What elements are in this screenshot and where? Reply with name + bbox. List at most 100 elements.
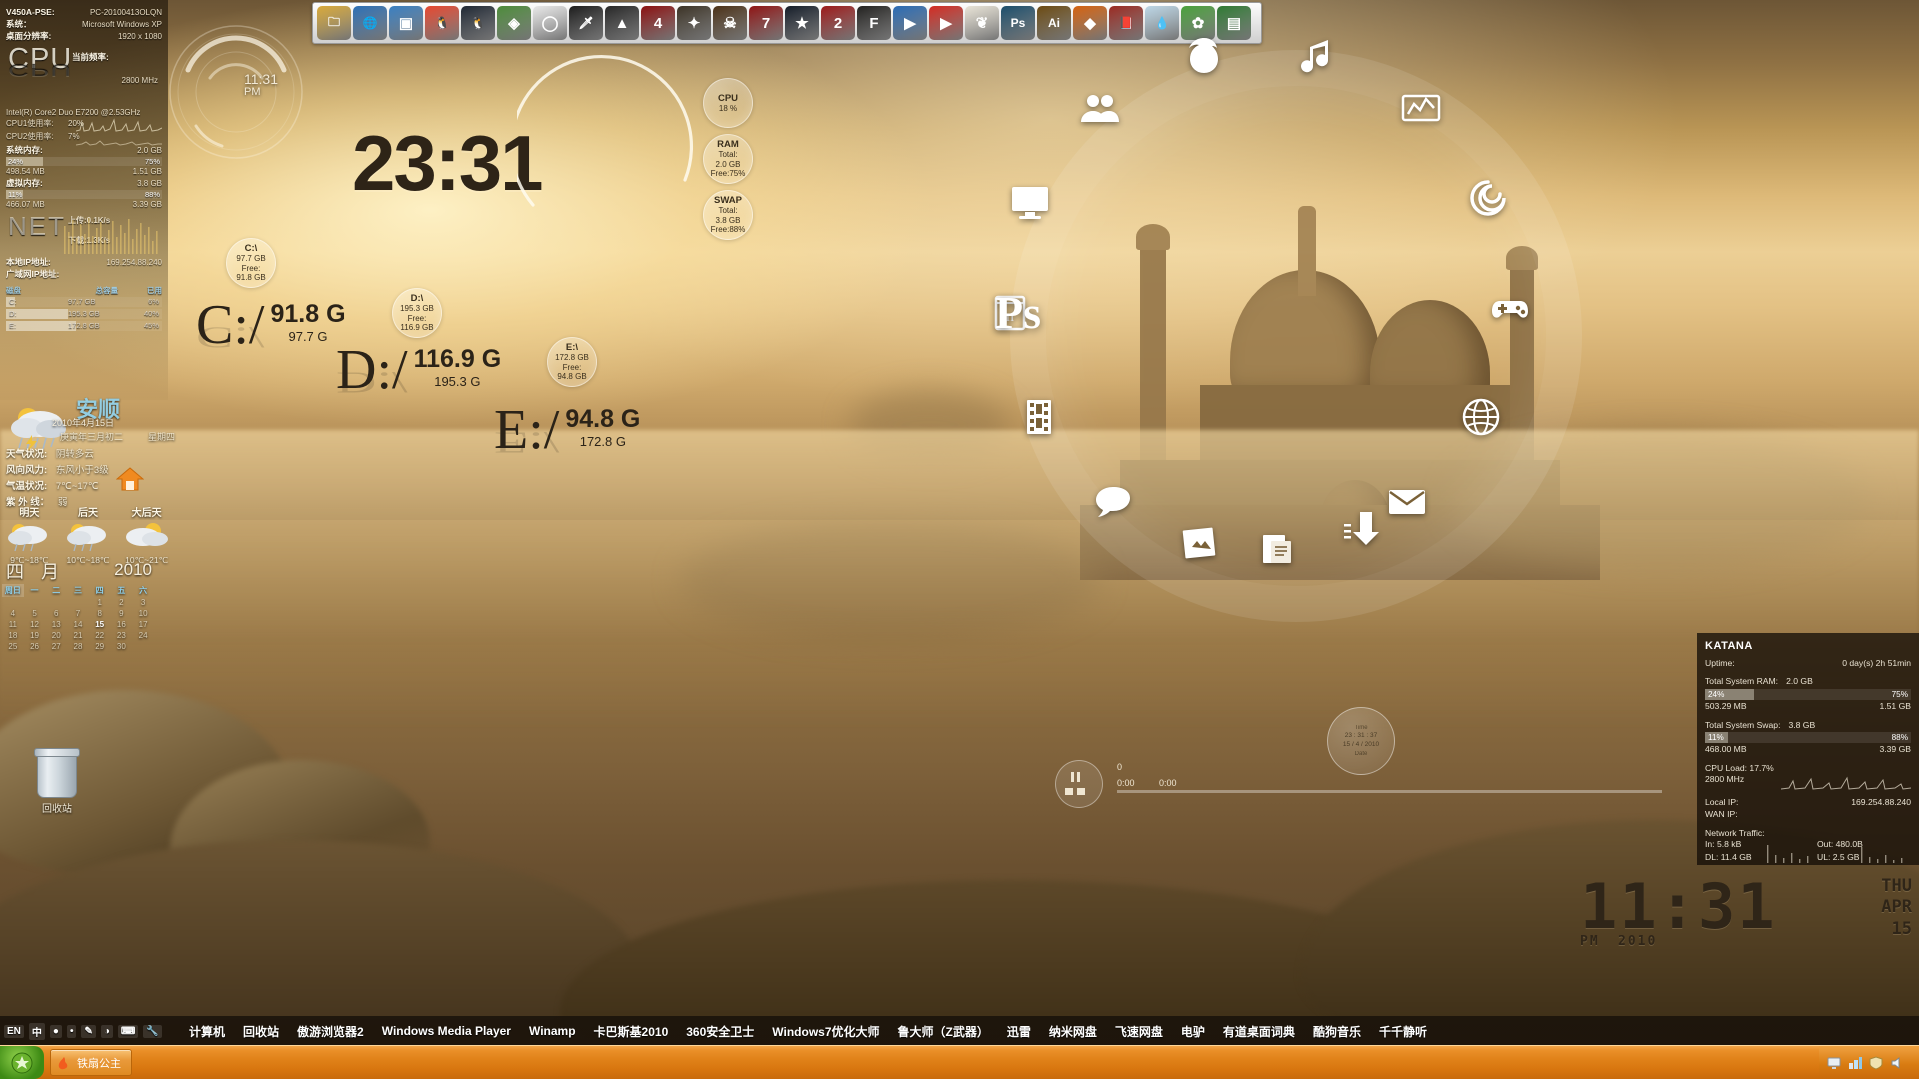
- calendar-day[interactable]: 3: [132, 597, 154, 608]
- photoshop-icon[interactable]: Ps: [995, 286, 1041, 339]
- calendar-day[interactable]: 18: [2, 630, 24, 641]
- media-seek-bar[interactable]: [1117, 790, 1662, 793]
- tray-monitor-icon[interactable]: [1827, 1056, 1841, 1070]
- calendar-day[interactable]: 21: [67, 630, 89, 641]
- desktop-shortcut-bar[interactable]: EN 中 ● • ✎ ◑ ⌨ 🔧 计算机 回收站 傲游浏览器2 Windows Media Play…: [0, 1016, 1919, 1046]
- mail-icon[interactable]: [1385, 480, 1429, 524]
- users-icon[interactable]: [1077, 86, 1121, 130]
- desktop-shortcut[interactable]: 酷狗音乐: [1304, 1023, 1370, 1040]
- taskbar[interactable]: 铁扇公主: [0, 1045, 1919, 1079]
- next-icon[interactable]: [1077, 788, 1085, 795]
- desktop-shortcut[interactable]: 纳米网盘: [1040, 1023, 1106, 1040]
- ime-tray-item[interactable]: 🔧: [143, 1024, 162, 1038]
- game-2-icon[interactable]: 2: [821, 6, 855, 40]
- tray-shield-icon[interactable]: [1869, 1055, 1883, 1070]
- media-player-widget[interactable]: 0 0:00 0:00: [1055, 760, 1675, 808]
- top-dock-toolbar[interactable]: 🗀 🌐 ▣ 🐧 🐧 ◈ ◯ 🗡 ▲ 4 ✦ ☠ 7 ★ 2 F ▶ ▶ ❦ Ps Ai ◆ 📕 💧 ✿ ▤: [312, 2, 1262, 44]
- ime-tray-item[interactable]: ●: [49, 1024, 62, 1038]
- illustrator-icon[interactable]: Ai: [1037, 6, 1071, 40]
- diamond-app-icon[interactable]: ◆: [1073, 6, 1107, 40]
- film-icon[interactable]: [1017, 395, 1061, 439]
- desktop-shortcut[interactable]: 千千静听: [1370, 1023, 1436, 1040]
- fear2-game-icon[interactable]: F: [857, 6, 891, 40]
- calendar-day[interactable]: 7: [67, 608, 89, 619]
- desktop-shortcut[interactable]: 有道桌面词典: [1214, 1023, 1304, 1040]
- realplayer-icon[interactable]: ▶: [929, 6, 963, 40]
- calendar-day[interactable]: 23: [111, 630, 133, 641]
- pause-icon-bar2[interactable]: [1077, 772, 1080, 782]
- calendar-day[interactable]: 12: [24, 619, 46, 630]
- calendar-day[interactable]: 20: [45, 630, 67, 641]
- chat-icon[interactable]: [1091, 480, 1135, 524]
- calendar-day[interactable]: 11: [2, 619, 24, 630]
- recycle-bin-icon[interactable]: 回收站: [26, 748, 88, 815]
- tray-network-icon[interactable]: [1848, 1056, 1862, 1070]
- firefox-icon[interactable]: [1182, 34, 1226, 78]
- desktop-shortcut[interactable]: Winamp: [520, 1024, 585, 1038]
- leaf-app-icon[interactable]: ❦: [965, 6, 999, 40]
- calendar-day[interactable]: 14: [67, 619, 89, 630]
- ime-tray[interactable]: EN 中 ● • ✎ ◑ ⌨ 🔧: [0, 1022, 180, 1040]
- calendar-day[interactable]: 17: [132, 619, 154, 630]
- calendar-day[interactable]: [2, 597, 24, 608]
- calendar-day[interactable]: [45, 597, 67, 608]
- calendar-day[interactable]: 26: [24, 641, 46, 652]
- calendar-day[interactable]: 28: [67, 641, 89, 652]
- water-drop-icon[interactable]: 💧: [1145, 6, 1179, 40]
- ime-tray-item[interactable]: 中: [28, 1022, 45, 1040]
- calendar-day[interactable]: [24, 597, 46, 608]
- chart-icon[interactable]: [1399, 86, 1443, 130]
- desktop-shortcut[interactable]: 360安全卫士: [677, 1023, 763, 1040]
- star-game-icon[interactable]: ★: [785, 6, 819, 40]
- calendar-day[interactable]: 10: [132, 608, 154, 619]
- system-tray[interactable]: [1819, 1046, 1919, 1079]
- tux-linux-icon[interactable]: 🐧: [461, 6, 495, 40]
- gamepad-icon[interactable]: [1488, 287, 1532, 331]
- calendar-day[interactable]: 5: [24, 608, 46, 619]
- start-button[interactable]: [0, 1046, 44, 1079]
- tray-volume-icon[interactable]: [1890, 1056, 1904, 1070]
- music-note-icon[interactable]: [1298, 35, 1342, 79]
- calendar-day[interactable]: 25: [2, 641, 24, 652]
- desktop-shortcut[interactable]: Windows Media Player: [373, 1024, 520, 1038]
- photos-icon[interactable]: [1178, 521, 1222, 565]
- globe-icon[interactable]: [1459, 395, 1503, 439]
- calendar-day[interactable]: 29: [89, 641, 111, 652]
- download-icon[interactable]: [1340, 506, 1384, 550]
- photoshop-icon[interactable]: Ps: [1001, 6, 1035, 40]
- calendar-day[interactable]: 27: [45, 641, 67, 652]
- ime-tray-item[interactable]: •: [66, 1024, 77, 1038]
- taskbar-button[interactable]: 铁扇公主: [50, 1049, 132, 1076]
- books-icon[interactable]: 📕: [1109, 6, 1143, 40]
- desktop-shortcut[interactable]: 傲游浏览器2: [288, 1023, 373, 1040]
- folder-yellow-icon[interactable]: 🗀: [317, 6, 351, 40]
- monitor-icon[interactable]: [1008, 180, 1052, 224]
- desktop-shortcut[interactable]: 迅雷: [998, 1023, 1040, 1040]
- desktop-shortcut[interactable]: 飞速网盘: [1106, 1023, 1172, 1040]
- home-icon[interactable]: [116, 466, 144, 492]
- calendar-day[interactable]: 13: [45, 619, 67, 630]
- calendar-day[interactable]: 19: [24, 630, 46, 641]
- desktop-shortcut[interactable]: Windows7优化大师: [763, 1023, 888, 1040]
- calendar-day[interactable]: 1: [89, 597, 111, 608]
- kmplayer-icon[interactable]: ▶: [893, 6, 927, 40]
- desktop-shortcut[interactable]: 电驴: [1172, 1023, 1214, 1040]
- skull-game-icon[interactable]: ☠: [713, 6, 747, 40]
- media-transport-circle[interactable]: [1055, 760, 1103, 808]
- ime-tray-item[interactable]: ⌨: [117, 1024, 139, 1038]
- calendar-day[interactable]: 6: [45, 608, 67, 619]
- qq-penguin-icon[interactable]: 🐧: [425, 6, 459, 40]
- prev-icon[interactable]: [1065, 788, 1073, 795]
- ime-tray-item[interactable]: EN: [4, 1024, 24, 1038]
- calendar-day[interactable]: 9: [111, 608, 133, 619]
- pause-icon[interactable]: [1071, 772, 1074, 782]
- calendar-day[interactable]: 2: [111, 597, 133, 608]
- document-icon[interactable]: [1255, 527, 1299, 571]
- game-7-icon[interactable]: 7: [749, 6, 783, 40]
- window-explorer-icon[interactable]: ▣: [389, 6, 423, 40]
- calendar-day[interactable]: 15: [89, 619, 111, 630]
- calendar-day[interactable]: 8: [89, 608, 111, 619]
- calendar-day[interactable]: 16: [111, 619, 133, 630]
- ime-tray-item[interactable]: ◑: [100, 1024, 113, 1038]
- calendar-day[interactable]: [67, 597, 89, 608]
